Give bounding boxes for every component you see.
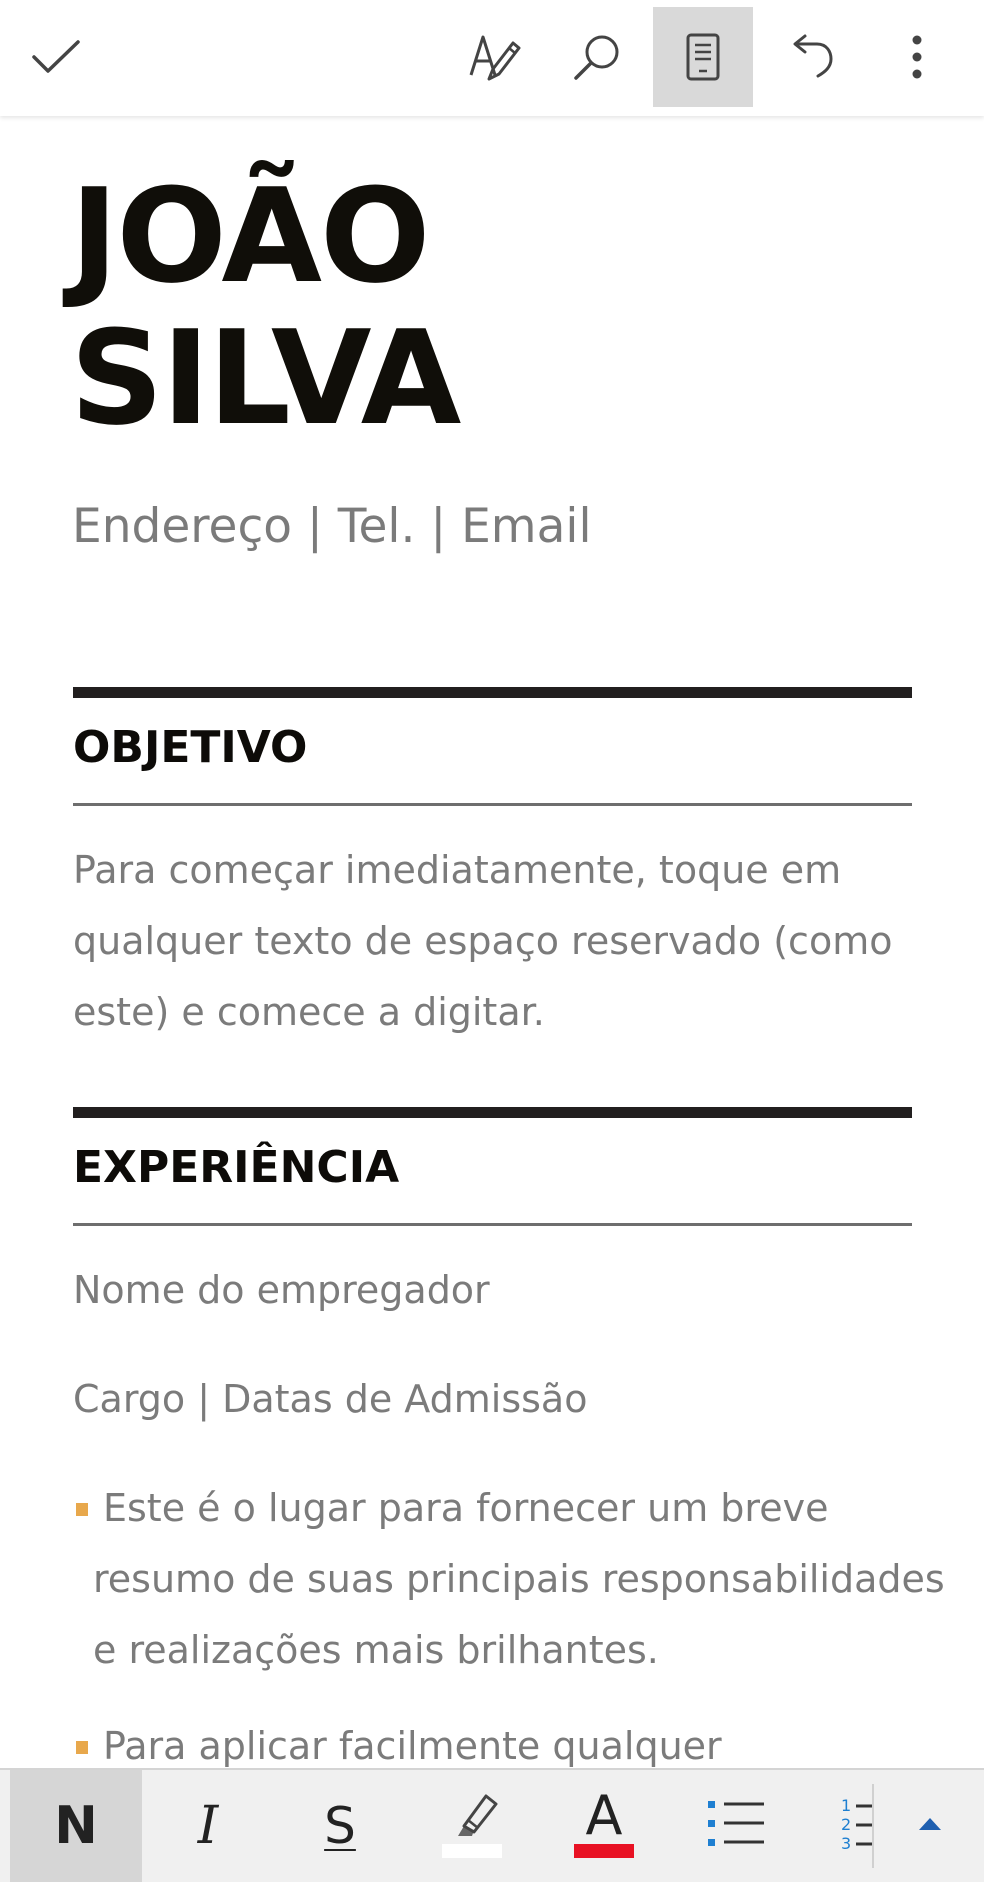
text-format-icon	[465, 29, 521, 85]
highlighter-icon	[442, 1770, 502, 1882]
top-toolbar	[0, 0, 984, 116]
italic-label: I	[197, 1796, 219, 1856]
text-format-button[interactable]	[443, 7, 543, 107]
section-divider-thin	[73, 1223, 912, 1226]
name-first-line[interactable]: JOÃO	[70, 166, 431, 306]
bold-label: N	[54, 1796, 98, 1856]
bullet-line: resumo de suas principais responsabilida…	[93, 1557, 945, 1601]
font-color-button[interactable]: A	[544, 1770, 664, 1882]
search-button[interactable]	[547, 7, 647, 107]
search-icon	[571, 31, 623, 83]
bullet-marker	[76, 1503, 88, 1516]
objective-paragraph[interactable]: Para começar imediatamente, toque em qua…	[73, 835, 892, 1048]
section-divider-thick	[73, 687, 912, 698]
format-toolbar: N I S A 1 2 3	[0, 1768, 984, 1882]
list-item[interactable]: Para aplicar facilmente qualquer	[73, 1711, 722, 1768]
list-item[interactable]: Este é o lugar para fornecer um breve re…	[73, 1473, 945, 1686]
employer-name[interactable]: Nome do empregador	[73, 1255, 490, 1326]
paragraph-line: este) e comece a digitar.	[73, 990, 545, 1034]
paragraph-line: qualquer texto de espaço reservado (como	[73, 919, 893, 963]
bullet-line: Este é o lugar para fornecer um breve	[103, 1486, 829, 1530]
name-second-line[interactable]: SILVA	[70, 308, 461, 448]
role-and-dates[interactable]: Cargo | Datas de Admissão	[73, 1364, 587, 1435]
strikethrough-button[interactable]: S	[280, 1770, 400, 1882]
experience-heading[interactable]: EXPERIÊNCIA	[73, 1142, 399, 1193]
bullet-list-icon	[706, 1798, 766, 1854]
numbered-list-icon: 1 2 3	[810, 1796, 872, 1856]
mobile-view-icon	[686, 33, 720, 81]
done-button[interactable]	[6, 7, 106, 107]
contact-info[interactable]: Endereço | Tel. | Email	[72, 499, 592, 554]
numbered-list-button[interactable]: 1 2 3	[806, 1770, 872, 1882]
paragraph-line: Para começar imediatamente, toque em	[73, 848, 842, 892]
section-divider-thick	[73, 1107, 912, 1118]
section-divider-thin	[73, 803, 912, 806]
undo-button[interactable]	[759, 7, 859, 107]
checkmark-icon	[30, 37, 82, 77]
strikethrough-label: S	[324, 1797, 356, 1855]
highlight-button[interactable]	[412, 1770, 532, 1882]
mobile-view-button[interactable]	[653, 7, 753, 107]
bullet-line: Para aplicar facilmente qualquer	[103, 1724, 722, 1768]
toolbar-divider	[872, 1784, 874, 1868]
objective-heading[interactable]: OBJETIVO	[73, 722, 307, 773]
document-page[interactable]: JOÃO SILVA Endereço | Tel. | Email OBJET…	[0, 116, 984, 1768]
highlight-color-swatch	[442, 1844, 502, 1858]
bullet-line: e realizações mais brilhantes.	[93, 1628, 659, 1672]
undo-icon	[783, 32, 835, 82]
italic-button[interactable]: I	[148, 1770, 268, 1882]
more-options-icon	[910, 34, 924, 80]
bold-button[interactable]: N	[10, 1770, 142, 1882]
font-color-swatch	[574, 1844, 634, 1858]
chevron-up-icon	[917, 1816, 943, 1836]
more-options-button[interactable]	[867, 7, 967, 107]
bullet-marker	[76, 1741, 88, 1754]
font-color-label: A	[585, 1784, 623, 1847]
expand-toolbar-button[interactable]	[880, 1770, 980, 1882]
font-color-icon: A	[574, 1770, 634, 1882]
bullet-list-button[interactable]	[676, 1770, 796, 1882]
